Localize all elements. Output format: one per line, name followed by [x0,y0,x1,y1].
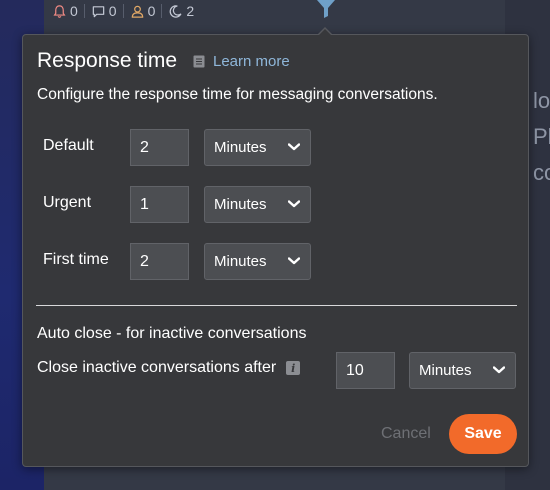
auto-close-unit-value: Minutes [419,362,472,379]
notifications-indicator[interactable]: 0 [52,3,78,19]
first-time-input[interactable] [130,243,189,280]
popover-title: Response time [37,49,178,72]
chevron-down-icon [493,366,505,374]
contacts-count: 0 [147,3,156,19]
status-bar: 0 0 0 2 [52,0,194,22]
comments-indicator[interactable]: 0 [91,3,117,19]
default-unit-value: Minutes [214,139,267,156]
default-time-input[interactable] [130,129,189,166]
background-text: Pl [533,124,550,149]
response-time-popover: Response time Learn more Configure the r… [22,27,529,467]
popover-caret [318,29,332,36]
first-time-unit-select[interactable]: Minutes [204,243,311,280]
filter-icon[interactable] [316,0,336,18]
urgent-unit-select[interactable]: Minutes [204,186,311,223]
moon-icon [170,4,182,18]
close-inactive-label-group: Close inactive conversations after i [37,359,301,377]
divider [122,4,124,18]
urgent-time-input[interactable] [130,186,189,223]
auto-close-time-input[interactable] [336,352,395,389]
background-text: lo [533,88,550,113]
comment-icon [92,5,105,17]
bell-icon [53,4,66,18]
snoozed-indicator[interactable]: 2 [168,3,194,19]
first-time-unit-value: Minutes [214,253,267,270]
contacts-indicator[interactable]: 0 [130,3,156,19]
chevron-down-icon [288,143,300,151]
close-inactive-label: Close inactive conversations after [37,359,277,376]
save-button[interactable]: Save [449,414,517,454]
section-divider [36,305,517,306]
learn-more-link[interactable]: Learn more [193,53,290,70]
info-icon[interactable]: i [286,361,301,375]
snoozed-count: 2 [186,3,195,19]
learn-more-label: Learn more [213,53,290,70]
auto-close-title: Auto close - for inactive conversations [37,325,307,342]
background-text: co [533,160,550,185]
first-time-label: First time [43,251,109,268]
divider [161,4,163,18]
notifications-count: 0 [70,3,78,19]
default-label: Default [43,137,94,154]
comments-count: 0 [108,3,117,19]
popover-description: Configure the response time for messagin… [37,86,438,103]
chevron-down-icon [288,200,300,208]
document-icon [193,55,205,68]
divider [83,4,85,18]
default-unit-select[interactable]: Minutes [204,129,311,166]
cancel-button[interactable]: Cancel [381,425,431,443]
auto-close-unit-select[interactable]: Minutes [409,352,516,389]
urgent-label: Urgent [43,194,92,211]
chevron-down-icon [288,257,300,265]
user-icon [131,5,143,18]
urgent-unit-value: Minutes [214,196,267,213]
